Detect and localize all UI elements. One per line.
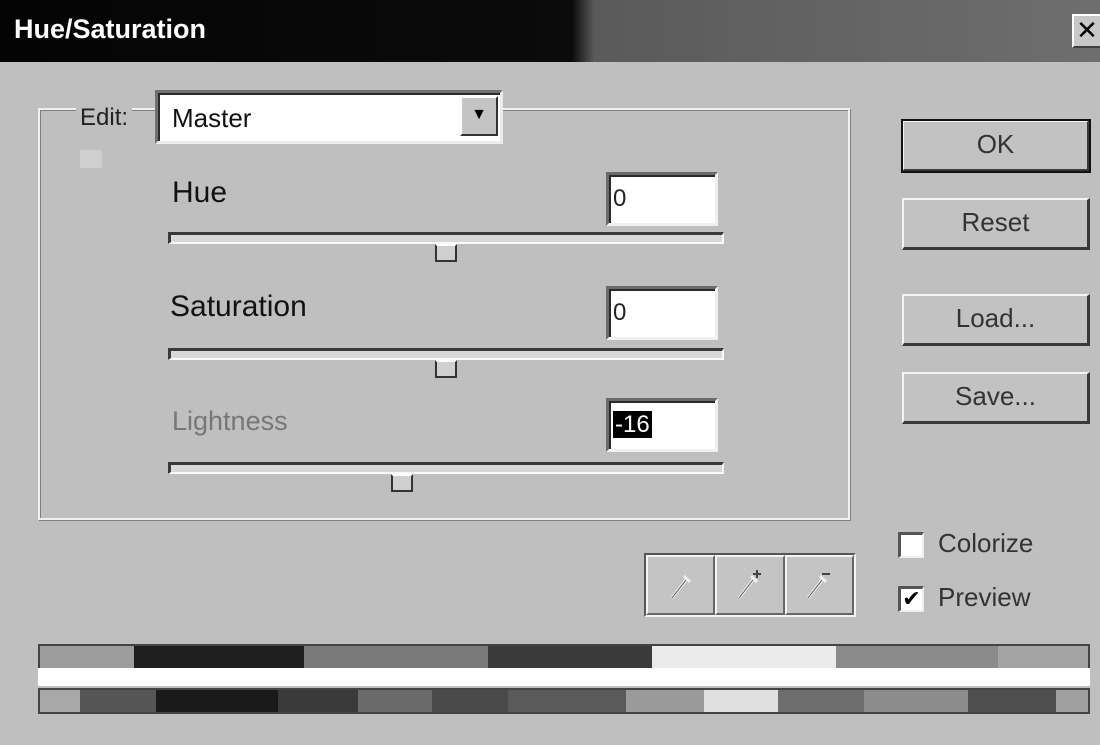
color-segment xyxy=(1056,690,1088,712)
chevron-down-icon[interactable]: ▼ xyxy=(460,96,498,136)
title-bar: Hue/Saturation ✕ xyxy=(0,0,1100,62)
color-range-bar-top xyxy=(38,644,1090,670)
color-segment xyxy=(652,646,836,668)
color-segment xyxy=(80,690,156,712)
hue-slider-thumb[interactable] xyxy=(435,244,457,262)
preview-checkbox[interactable]: ✔ xyxy=(898,586,924,613)
color-segment xyxy=(836,646,998,668)
color-segment xyxy=(156,690,278,712)
saturation-slider-thumb[interactable] xyxy=(435,360,457,378)
color-segment xyxy=(508,690,626,712)
color-segment xyxy=(998,646,1088,668)
hue-label: Hue xyxy=(172,176,228,209)
lightness-input[interactable]: -16 xyxy=(606,398,718,452)
settings-group xyxy=(38,108,850,520)
color-segment xyxy=(864,690,968,712)
color-range-bar-bottom xyxy=(38,688,1090,714)
color-segment xyxy=(134,646,304,668)
edit-label: Edit: xyxy=(76,104,133,132)
edit-dropdown-value: Master xyxy=(172,103,252,133)
colorize-label: Colorize xyxy=(938,528,1034,558)
color-segment xyxy=(704,690,778,712)
lightness-label: Lightness xyxy=(172,406,288,436)
lightness-value: -16 xyxy=(613,411,652,438)
colorize-checkbox[interactable] xyxy=(898,532,924,559)
hue-slider-track[interactable] xyxy=(168,232,724,244)
color-segment xyxy=(40,690,80,712)
color-segment xyxy=(304,646,488,668)
eyedropper-group xyxy=(644,553,856,617)
saturation-slider-track[interactable] xyxy=(168,348,724,360)
ok-button[interactable]: OK xyxy=(901,119,1091,173)
preview-option[interactable]: ✔ Preview xyxy=(898,582,1030,613)
color-segment xyxy=(626,690,704,712)
reset-button[interactable]: Reset xyxy=(902,198,1090,250)
save-button[interactable]: Save... xyxy=(902,372,1090,424)
color-swatch xyxy=(80,150,102,168)
color-segment xyxy=(488,646,652,668)
color-segment xyxy=(432,690,508,712)
edit-dropdown[interactable]: Master ▼ xyxy=(155,90,503,144)
window-title: Hue/Saturation xyxy=(14,14,207,44)
close-icon[interactable]: ✕ xyxy=(1072,14,1100,48)
eyedropper-icon[interactable] xyxy=(646,555,716,615)
color-segment xyxy=(358,690,432,712)
load-button[interactable]: Load... xyxy=(902,294,1090,346)
color-segment xyxy=(778,690,864,712)
color-segment xyxy=(40,646,134,668)
colorize-option[interactable]: Colorize xyxy=(898,528,1033,559)
preview-label: Preview xyxy=(938,582,1031,612)
color-range-gap xyxy=(38,668,1090,686)
saturation-input[interactable]: 0 xyxy=(606,286,718,340)
eyedropper-plus-icon[interactable] xyxy=(715,555,785,615)
lightness-slider-track[interactable] xyxy=(168,462,724,474)
lightness-slider-thumb[interactable] xyxy=(390,474,413,492)
hue-input[interactable]: 0 xyxy=(606,172,718,226)
saturation-label: Saturation xyxy=(170,290,307,323)
color-segment xyxy=(278,690,358,712)
eyedropper-minus-icon[interactable] xyxy=(784,555,854,615)
color-segment xyxy=(968,690,1056,712)
